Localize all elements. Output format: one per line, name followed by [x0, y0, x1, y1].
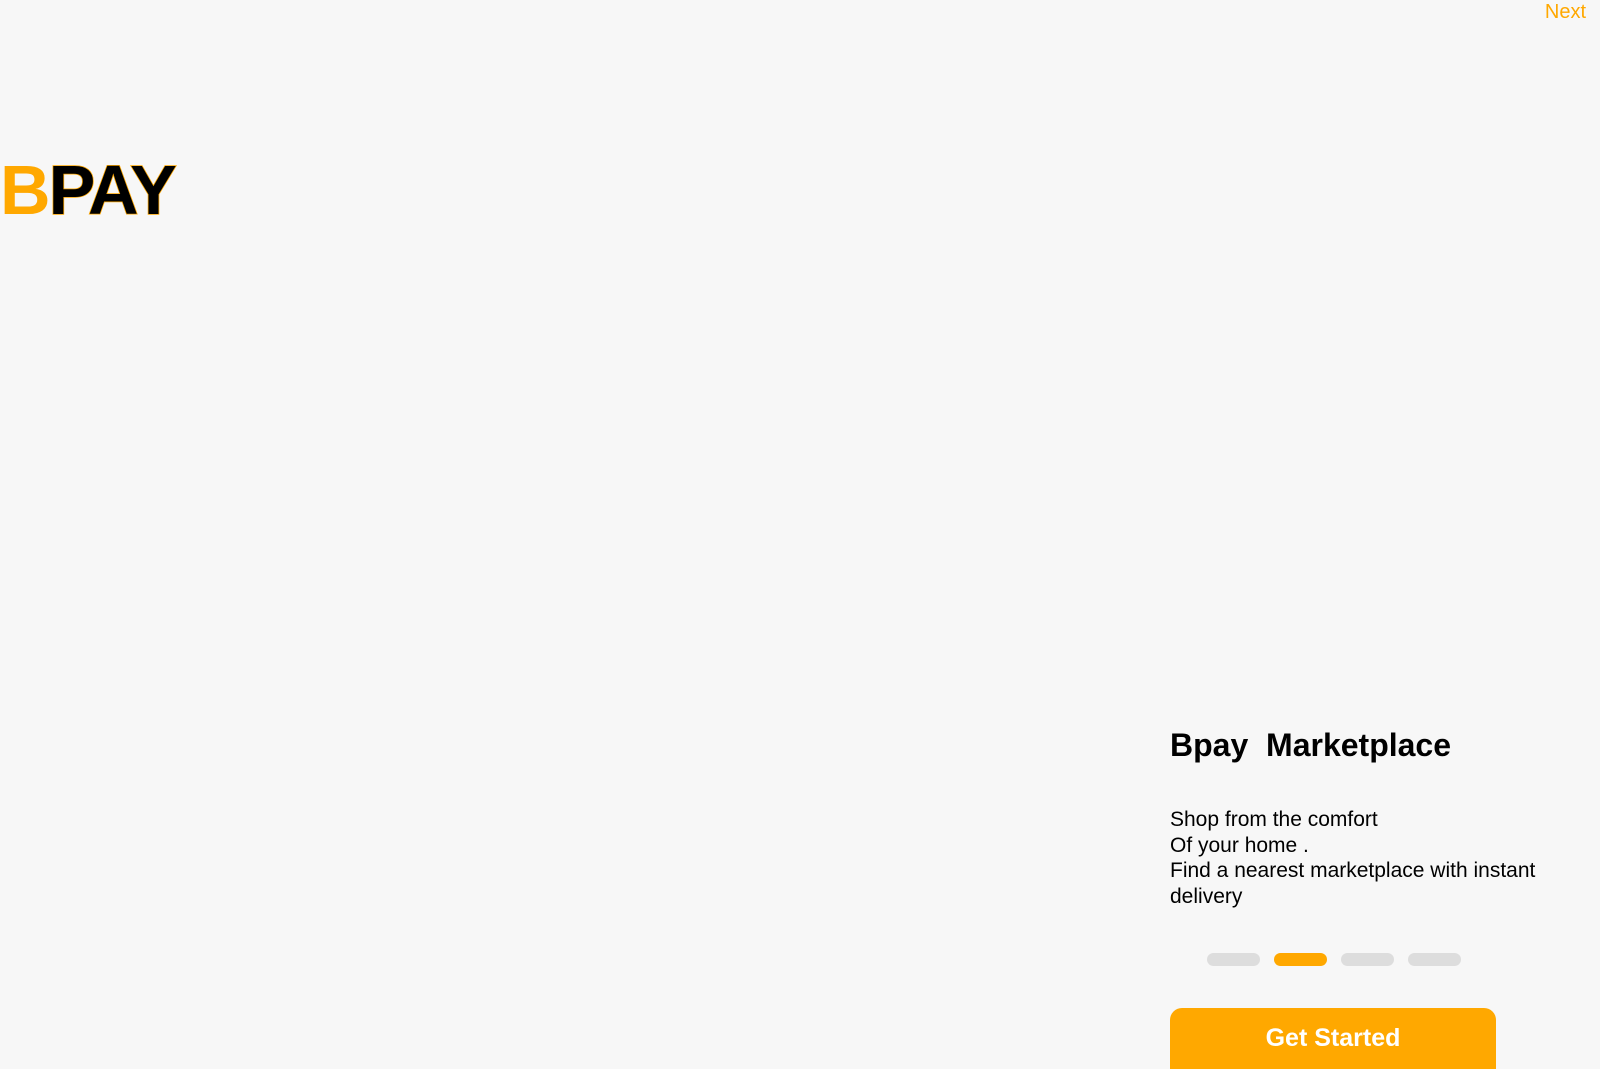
page-dot-4[interactable]: [1408, 953, 1461, 966]
get-started-button[interactable]: Get Started: [1170, 1008, 1496, 1069]
description-line: Shop from the comfort: [1170, 808, 1378, 831]
description-line: delivery: [1170, 884, 1243, 908]
page-dot-3[interactable]: [1341, 953, 1394, 966]
description-line: Find a nearest marketplace with instant: [1170, 859, 1536, 882]
page-dot-2-active[interactable]: [1274, 953, 1327, 966]
logo-text-pay: PAY: [48, 150, 178, 230]
onboarding-content: Bpay Marketplace Shop from the comfort O…: [1170, 725, 1590, 909]
page-indicator: [1207, 953, 1461, 966]
logo-letter-b: B: [0, 151, 51, 229]
onboarding-title: Bpay Marketplace: [1170, 727, 1452, 763]
onboarding-screen: Next BPAY Bpay Marketplace Shop from the…: [0, 0, 1600, 1069]
onboarding-description: Shop from the comfort Of your home . Fin…: [1170, 807, 1590, 909]
page-dot-1[interactable]: [1207, 953, 1260, 966]
description-line: Of your home .: [1170, 833, 1309, 857]
next-link[interactable]: Next: [1545, 0, 1586, 24]
bpay-logo: BPAY: [0, 150, 178, 230]
